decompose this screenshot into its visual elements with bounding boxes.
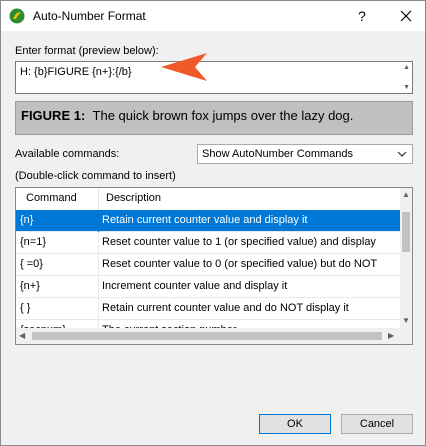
vertical-scroll-thumb[interactable] — [402, 212, 410, 252]
horizontal-scrollbar[interactable]: ◀ ▶ — [16, 328, 400, 344]
available-commands-label: Available commands: — [15, 148, 120, 160]
scroll-up-icon[interactable]: ▲ — [403, 64, 410, 71]
cell-divider — [98, 210, 99, 232]
preview-text: FIGURE 1: The quick brown fox jumps over… — [21, 108, 353, 123]
description-cell: Reset counter value to 0 (or specified v… — [102, 258, 378, 270]
command-cell: { } — [20, 302, 31, 314]
commands-table: Command Description {n} Retain current c… — [15, 187, 413, 345]
window-title: Auto-Number Format — [33, 9, 146, 23]
table-row[interactable]: {n=1} Reset counter value to 1 (or speci… — [16, 232, 400, 254]
horizontal-scroll-thumb[interactable] — [32, 332, 382, 340]
command-cell: {n} — [20, 214, 34, 226]
scrollbar-corner — [400, 328, 412, 344]
commands-dropdown-value[interactable]: Show AutoNumber Commands — [202, 148, 353, 160]
scroll-right-icon[interactable]: ▶ — [388, 331, 394, 340]
scroll-left-icon[interactable]: ◀ — [19, 331, 25, 340]
format-label: Enter format (preview below): — [15, 45, 159, 57]
cancel-button[interactable]: Cancel — [341, 414, 413, 434]
description-cell: Reset counter value to 1 (or specified v… — [102, 236, 376, 248]
app-logo-icon — [9, 8, 25, 24]
chevron-down-icon[interactable] — [396, 147, 408, 161]
command-cell: {n+} — [20, 280, 40, 292]
auto-number-format-dialog: Auto-Number Format ? Enter format (previ… — [0, 0, 426, 446]
preview-sample-text: The quick brown fox jumps over the lazy … — [92, 108, 354, 123]
callout-arrow-icon — [161, 53, 207, 81]
column-header-command[interactable]: Command — [26, 192, 77, 204]
cell-divider — [98, 232, 99, 254]
format-input-value[interactable]: H: {b}FIGURE {n+}:{/b} — [20, 66, 132, 78]
cell-divider — [98, 276, 99, 298]
column-divider[interactable] — [98, 188, 99, 210]
table-row[interactable]: { } Retain current counter value and do … — [16, 298, 400, 320]
double-click-hint: (Double-click command to insert) — [15, 170, 176, 182]
close-icon[interactable] — [391, 2, 421, 30]
ok-button[interactable]: OK — [259, 414, 331, 434]
scroll-down-icon[interactable]: ▼ — [402, 316, 410, 325]
vertical-scrollbar[interactable]: ▲ ▼ — [400, 188, 412, 328]
table-row[interactable]: {n} Retain current counter value and dis… — [16, 210, 400, 232]
help-button[interactable]: ? — [347, 2, 377, 30]
cell-divider — [98, 254, 99, 276]
description-cell: Retain current counter value and display… — [102, 214, 308, 226]
command-cell: { =0} — [20, 258, 43, 270]
table-row[interactable]: {n+} Increment counter value and display… — [16, 276, 400, 298]
command-cell: {n=1} — [20, 236, 47, 248]
scroll-up-icon[interactable]: ▲ — [402, 190, 410, 199]
format-preview: FIGURE 1: The quick brown fox jumps over… — [15, 101, 413, 135]
cell-divider — [98, 298, 99, 320]
description-cell: Increment counter value and display it — [102, 280, 288, 292]
table-header: Command Description — [16, 188, 400, 211]
commands-dropdown[interactable]: Show AutoNumber Commands — [197, 144, 413, 164]
format-input[interactable]: H: {b}FIGURE {n+}:{/b} ▲ ▼ — [15, 61, 413, 94]
title-bar: Auto-Number Format ? — [1, 1, 425, 31]
scroll-down-icon[interactable]: ▼ — [403, 84, 410, 91]
table-row[interactable]: { =0} Reset counter value to 0 (or speci… — [16, 254, 400, 276]
preview-bold-text: FIGURE 1: — [21, 108, 86, 123]
description-cell: Retain current counter value and do NOT … — [102, 302, 349, 314]
column-header-description[interactable]: Description — [106, 192, 161, 204]
